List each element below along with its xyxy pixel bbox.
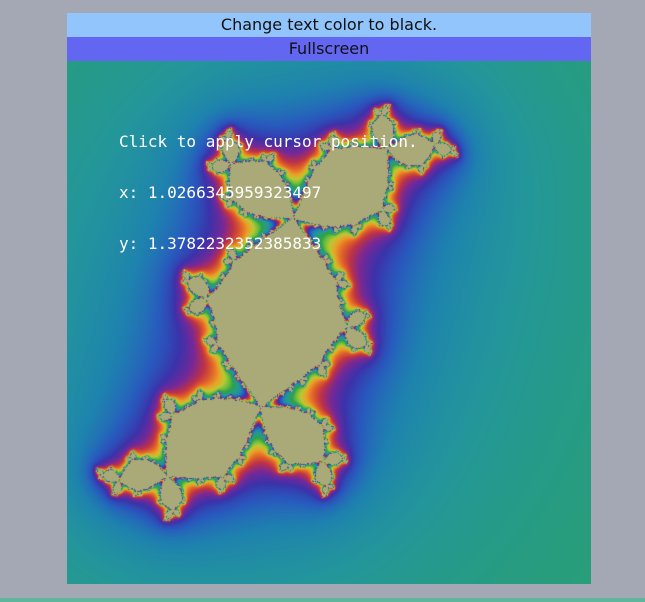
fullscreen-button[interactable]: Fullscreen: [67, 37, 591, 61]
change-text-color-button[interactable]: Change text color to black.: [67, 13, 591, 37]
fractal-canvas[interactable]: [67, 61, 591, 584]
fractal-viewport[interactable]: Click to apply cursor position. x: 1.026…: [67, 61, 591, 584]
bottom-strip: [0, 598, 645, 602]
app-root: Change text color to black. Fullscreen C…: [0, 0, 645, 602]
